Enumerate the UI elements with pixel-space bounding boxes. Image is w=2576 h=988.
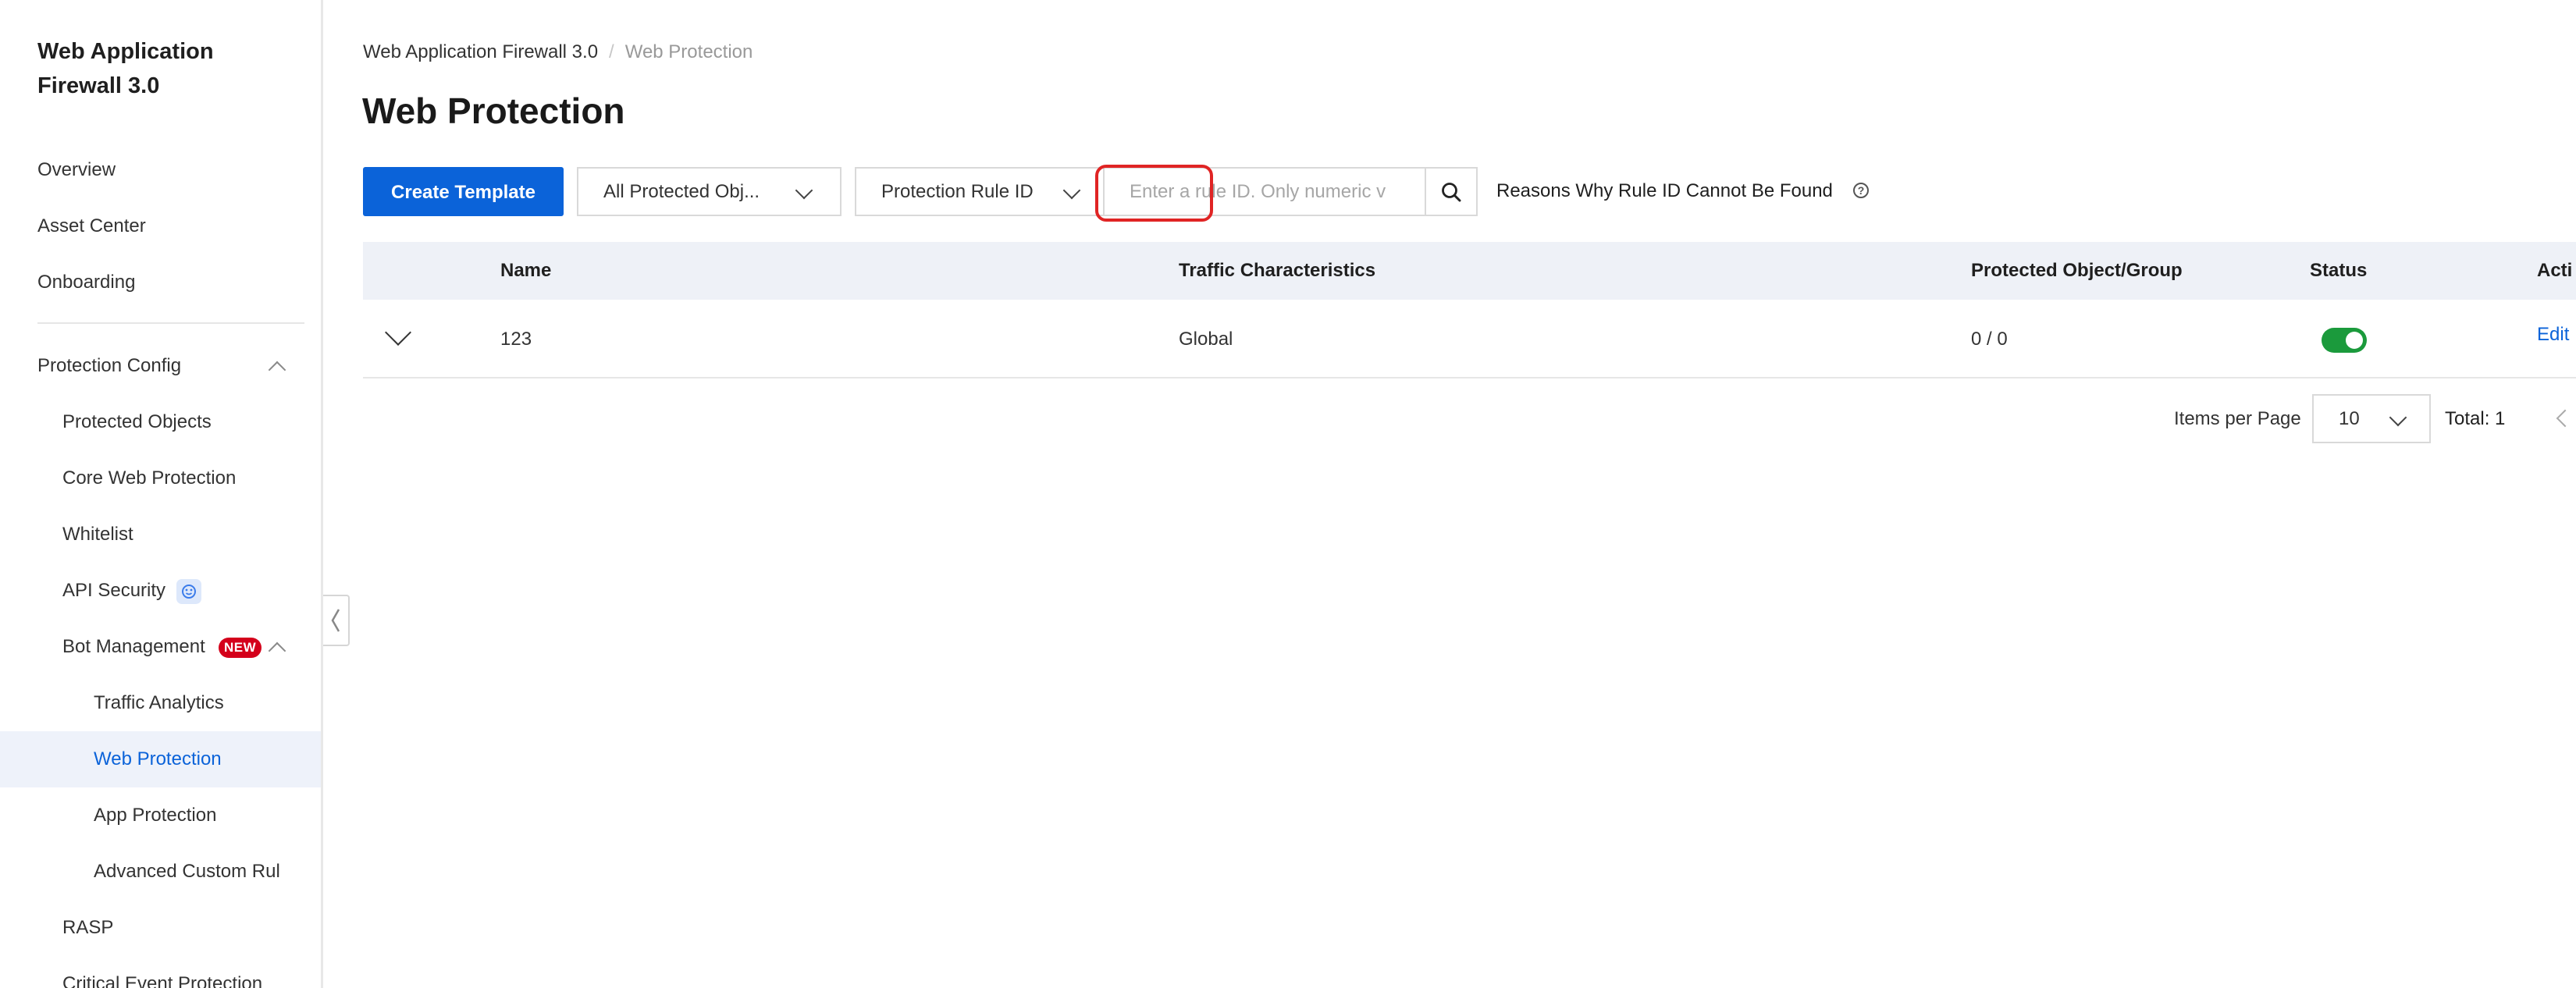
sidebar-item-overview[interactable]: Overview: [0, 142, 321, 198]
sidebar-item-web-protection[interactable]: Web Protection: [0, 731, 321, 787]
page-title: Web Protection: [362, 91, 625, 131]
sidebar-item-label: Protection Config: [37, 355, 182, 376]
sidebar-item-label: Bot Management: [62, 636, 205, 657]
help-circle-icon[interactable]: ?: [1853, 183, 1869, 198]
sidebar-item-label: Whitelist: [62, 524, 133, 545]
sidebar-item-critical-event-protection[interactable]: Critical Event Protection: [0, 956, 321, 988]
create-template-button[interactable]: Create Template: [363, 167, 564, 216]
sidebar-item-label: Critical Event Protection: [62, 973, 263, 988]
sidebar-item-api-security[interactable]: API Security: [0, 563, 321, 619]
sidebar-item-asset-center[interactable]: Asset Center: [0, 198, 321, 254]
column-header-status: Status: [2310, 260, 2368, 281]
sidebar-item-onboarding[interactable]: Onboarding: [0, 254, 321, 311]
chevron-up-icon: [268, 361, 286, 379]
search-button[interactable]: [1425, 167, 1478, 216]
sidebar-item-rasp[interactable]: RASP: [0, 900, 321, 956]
sidebar-item-label: Onboarding: [37, 272, 136, 293]
sidebar-item-label: API Security: [62, 580, 166, 601]
protected-object-filter-select[interactable]: All Protected Obj...: [577, 167, 841, 216]
select-value: 10: [2339, 408, 2360, 429]
sidebar-item-label: Overview: [37, 159, 116, 180]
toggle-knob: [2346, 332, 2363, 349]
select-value: Protection Rule ID: [881, 181, 1034, 202]
search-icon: [1442, 182, 1461, 201]
table-header: Name Traffic Characteristics Protected O…: [363, 242, 2576, 300]
sidebar: Web Application Firewall 3.0 Overview As…: [0, 0, 323, 988]
cell-name: 123: [500, 329, 532, 350]
sidebar-item-label: Protected Objects: [62, 411, 212, 432]
api-security-icon: [176, 579, 201, 604]
sidebar-item-label: RASP: [62, 917, 114, 938]
column-header-name: Name: [500, 260, 552, 281]
sidebar-item-app-protection[interactable]: App Protection: [0, 787, 321, 844]
items-per-page-label: Items per Page: [2174, 408, 2301, 429]
sidebar-collapse-button[interactable]: [323, 595, 350, 646]
chevron-up-icon: [268, 641, 286, 660]
cell-protected-object-group: 0 / 0: [1971, 329, 2008, 350]
sidebar-divider: [37, 322, 304, 324]
breadcrumb-current: Web Protection: [624, 41, 753, 62]
page-size-select[interactable]: 10: [2312, 394, 2431, 443]
sidebar-item-traffic-analytics[interactable]: Traffic Analytics: [0, 675, 321, 731]
edit-link[interactable]: Edit: [2537, 323, 2569, 347]
column-header-actions: Acti: [2537, 260, 2573, 281]
chevron-down-icon: [795, 181, 813, 200]
chevron-down-icon: [1062, 181, 1081, 200]
total-count: Total: 1: [2445, 408, 2506, 429]
expand-row-icon[interactable]: [385, 319, 411, 346]
status-toggle[interactable]: [2322, 328, 2367, 353]
sidebar-item-label: Asset Center: [37, 215, 146, 236]
chevron-left-icon[interactable]: [2556, 409, 2574, 428]
chevron-down-icon: [2389, 408, 2407, 427]
breadcrumb-separator: /: [609, 41, 614, 62]
breadcrumb-root-link[interactable]: Web Application Firewall 3.0: [363, 41, 598, 62]
new-badge: NEW: [219, 638, 262, 658]
rule-id-search-input[interactable]: [1103, 167, 1426, 216]
collapse-left-icon: [331, 609, 340, 632]
sidebar-item-advanced-custom-rules[interactable]: Advanced Custom Rul: [0, 844, 321, 900]
product-title: Web Application Firewall 3.0: [37, 39, 214, 98]
sidebar-item-label: Traffic Analytics: [94, 692, 224, 713]
sidebar-item-label: App Protection: [94, 805, 217, 826]
cell-traffic-characteristics: Global: [1179, 329, 1233, 350]
sidebar-item-protected-objects[interactable]: Protected Objects: [0, 394, 321, 450]
breadcrumb: Web Application Firewall 3.0 / Web Protect…: [363, 41, 753, 64]
sidebar-item-label: Core Web Protection: [62, 467, 237, 489]
sidebar-item-label: Advanced Custom Rul: [94, 861, 280, 882]
column-header-protected-object-group: Protected Object/Group: [1971, 260, 2183, 281]
column-header-traffic-characteristics: Traffic Characteristics: [1179, 260, 1376, 281]
sidebar-item-whitelist[interactable]: Whitelist: [0, 506, 321, 563]
table-row: 123 Global 0 / 0 Edit: [363, 300, 2576, 378]
search-field-select[interactable]: Protection Rule ID: [855, 167, 1105, 216]
reasons-rule-id-not-found-link[interactable]: Reasons Why Rule ID Cannot Be Found: [1496, 179, 1833, 203]
sidebar-item-core-web-protection[interactable]: Core Web Protection: [0, 450, 321, 506]
sidebar-group-bot-management[interactable]: Bot Management NEW: [0, 619, 321, 675]
select-value: All Protected Obj...: [603, 181, 760, 202]
sidebar-item-label: Web Protection: [94, 748, 222, 769]
sidebar-group-protection-config[interactable]: Protection Config: [0, 338, 321, 394]
